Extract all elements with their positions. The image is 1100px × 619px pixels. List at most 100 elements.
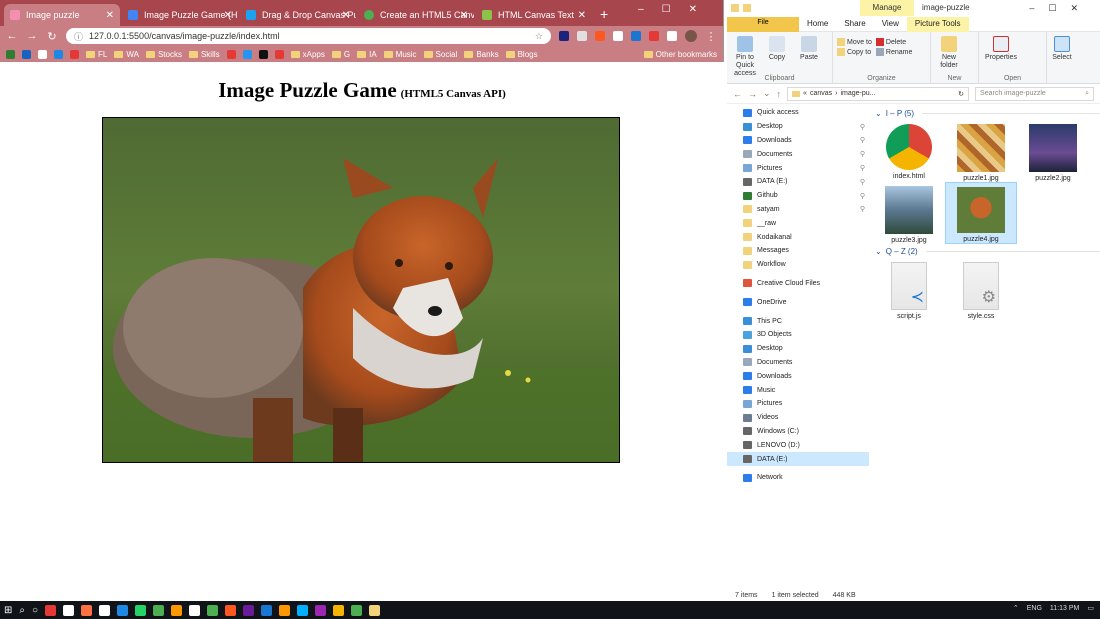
nav-item[interactable]: This PC bbox=[727, 314, 869, 328]
close-icon[interactable]: ✕ bbox=[106, 10, 114, 21]
window-controls[interactable]: –☐✕ bbox=[638, 4, 715, 15]
rename-button[interactable]: Rename bbox=[875, 48, 912, 56]
bookmark-icon[interactable] bbox=[226, 49, 236, 59]
nav-item[interactable]: Quick access bbox=[727, 106, 869, 120]
tab-view[interactable]: View bbox=[874, 17, 907, 32]
taskbar-app-icon[interactable] bbox=[261, 604, 273, 616]
nav-item[interactable]: Pictures ⚲ bbox=[727, 161, 869, 175]
nav-item[interactable]: Workflow bbox=[727, 258, 869, 272]
extension-icon[interactable] bbox=[613, 31, 623, 41]
file-item[interactable]: ⚙ style.css bbox=[945, 258, 1017, 320]
search-icon[interactable]: ⌕ bbox=[19, 605, 25, 616]
file-item[interactable]: puzzle3.jpg bbox=[873, 182, 945, 244]
copy-to-button[interactable]: Copy to bbox=[837, 48, 872, 56]
nav-item[interactable]: Kodaikanal bbox=[727, 230, 869, 244]
tab-home[interactable]: Home bbox=[799, 17, 836, 32]
taskbar-app-icon[interactable] bbox=[297, 604, 309, 616]
group-header[interactable]: ⌄ Q – Z (2) bbox=[875, 244, 1100, 258]
nav-item[interactable]: 3D Objects bbox=[727, 328, 869, 342]
taskbar-app-icon[interactable] bbox=[315, 604, 327, 616]
taskbar-app-icon[interactable] bbox=[243, 604, 255, 616]
close-icon[interactable]: ✕ bbox=[342, 10, 350, 21]
back-icon[interactable]: ← bbox=[6, 30, 18, 42]
menu-icon[interactable]: ⋮ bbox=[705, 30, 717, 43]
reload-icon[interactable]: ↻ bbox=[46, 30, 58, 43]
bookmark-icon[interactable] bbox=[54, 49, 63, 59]
star-icon[interactable]: ☆ bbox=[535, 31, 543, 42]
address-bar[interactable]: ⓘ 127.0.0.1:5500/canvas/image-puzzle/inde… bbox=[66, 28, 551, 44]
extension-icon[interactable] bbox=[649, 31, 659, 41]
taskbar-app-icon[interactable] bbox=[135, 604, 147, 616]
tab-image-puzzle[interactable]: Image puzzle ✕ bbox=[4, 4, 120, 26]
extension-icon[interactable] bbox=[667, 31, 677, 41]
bookmark-folder[interactable]: G bbox=[331, 50, 350, 59]
tab-image-puzzle-game[interactable]: Image Puzzle Game (HTM✕ bbox=[122, 4, 238, 26]
nav-item[interactable]: LENOVO (D:) bbox=[727, 438, 869, 452]
taskbar-app-icon[interactable] bbox=[369, 604, 381, 616]
taskbar-app-icon[interactable] bbox=[81, 604, 93, 616]
address-bar[interactable]: «canvas › image-pu... ↻ bbox=[787, 86, 970, 101]
refresh-icon[interactable]: ↻ bbox=[958, 90, 964, 98]
bookmark-folder[interactable]: Music bbox=[383, 50, 417, 59]
taskbar-app-icon[interactable] bbox=[207, 604, 219, 616]
file-item[interactable]: index.html bbox=[873, 120, 945, 182]
back-icon[interactable]: ← bbox=[733, 89, 742, 99]
file-item[interactable]: puzzle1.jpg bbox=[945, 120, 1017, 182]
extension-icon[interactable] bbox=[559, 31, 569, 41]
nav-item[interactable]: Downloads bbox=[727, 369, 869, 383]
bookmark-folder[interactable]: FL bbox=[86, 50, 107, 59]
file-item[interactable]: puzzle2.jpg bbox=[1017, 120, 1089, 182]
bookmark-folder[interactable]: Banks bbox=[464, 50, 499, 59]
bookmark-icon[interactable] bbox=[6, 49, 15, 59]
extension-icon[interactable] bbox=[631, 31, 641, 41]
taskbar-app-icon[interactable] bbox=[351, 604, 363, 616]
avatar[interactable] bbox=[685, 30, 697, 42]
tab-picture-tools[interactable]: Picture Tools bbox=[906, 17, 969, 32]
nav-item[interactable]: Downloads ⚲ bbox=[727, 134, 869, 148]
move-to-button[interactable]: Move to bbox=[837, 38, 872, 46]
extension-icon[interactable] bbox=[577, 31, 587, 41]
nav-item[interactable]: Desktop ⚲ bbox=[727, 120, 869, 134]
tab-create-canvas[interactable]: Create an HTML5 Canvas✕ bbox=[358, 4, 474, 26]
close-icon[interactable]: ✕ bbox=[224, 10, 232, 21]
bookmark-folder[interactable]: xApps bbox=[290, 50, 325, 59]
taskbar-app-icon[interactable] bbox=[117, 604, 129, 616]
folder-icon[interactable] bbox=[743, 4, 751, 12]
notification-icon[interactable]: ▭ bbox=[1087, 604, 1094, 612]
nav-item[interactable]: Documents ⚲ bbox=[727, 147, 869, 161]
bookmark-icon[interactable] bbox=[38, 49, 47, 59]
file-item[interactable]: ≺ script.js bbox=[873, 258, 945, 320]
language-indicator[interactable]: ENG bbox=[1027, 605, 1042, 612]
new-tab-button[interactable]: + bbox=[600, 6, 608, 22]
nav-item[interactable]: Github ⚲ bbox=[727, 189, 869, 203]
taskbar-app-icon[interactable] bbox=[45, 604, 57, 616]
taskbar-app-icon[interactable] bbox=[279, 604, 291, 616]
folder-icon[interactable] bbox=[731, 4, 739, 12]
taskbar-app-icon[interactable] bbox=[171, 604, 183, 616]
bookmark-icon[interactable] bbox=[22, 49, 31, 59]
task-view-icon[interactable]: ○ bbox=[32, 605, 38, 616]
quick-access-toolbar[interactable] bbox=[731, 4, 751, 12]
nav-item[interactable]: DATA (E:) ⚲ bbox=[727, 175, 869, 189]
bookmark-icon[interactable] bbox=[242, 49, 252, 59]
network-icon[interactable]: ⌃ bbox=[1013, 604, 1019, 612]
nav-item[interactable]: Desktop bbox=[727, 342, 869, 356]
bookmark-icon[interactable] bbox=[274, 49, 284, 59]
delete-button[interactable]: Delete bbox=[875, 38, 912, 46]
nav-item[interactable]: satyam ⚲ bbox=[727, 203, 869, 217]
breadcrumb[interactable]: canvas bbox=[810, 90, 832, 97]
forward-icon[interactable]: → bbox=[26, 30, 38, 42]
nav-item[interactable]: Creative Cloud Files bbox=[727, 277, 869, 291]
tab-canvas-text[interactable]: HTML Canvas Text ✕ bbox=[476, 4, 592, 26]
search-input[interactable]: Search image-puzzle ⌕ bbox=[975, 86, 1094, 101]
chevron-down-icon[interactable]: ⌄ bbox=[763, 88, 771, 99]
bookmark-folder[interactable]: Blogs bbox=[505, 50, 538, 59]
puzzle-canvas[interactable] bbox=[102, 117, 620, 463]
tab-drag-drop[interactable]: Drag & Drop Canvas Puzz✕ bbox=[240, 4, 356, 26]
nav-item[interactable]: __raw bbox=[727, 216, 869, 230]
extension-icon[interactable] bbox=[595, 31, 605, 41]
bookmark-icon[interactable] bbox=[70, 49, 79, 59]
clock[interactable]: 11:13 PM bbox=[1050, 605, 1079, 612]
info-icon[interactable]: ⓘ bbox=[74, 30, 83, 43]
close-icon[interactable]: ✕ bbox=[578, 10, 586, 21]
